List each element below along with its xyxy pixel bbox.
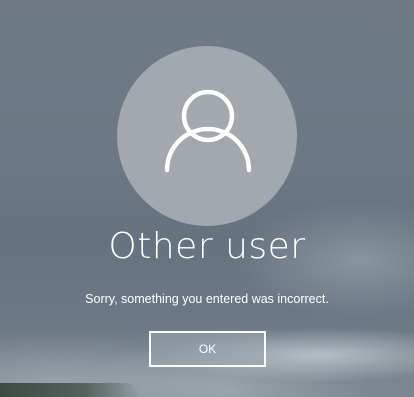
error-message: Sorry, something you entered was incorre…: [85, 292, 329, 306]
user-icon: [164, 89, 252, 173]
user-avatar: [117, 46, 297, 226]
background-hill: [0, 383, 140, 397]
lock-screen: Other user Sorry, something you entered …: [0, 0, 414, 397]
ok-button[interactable]: OK: [149, 331, 266, 367]
user-name: Other user: [108, 226, 306, 267]
